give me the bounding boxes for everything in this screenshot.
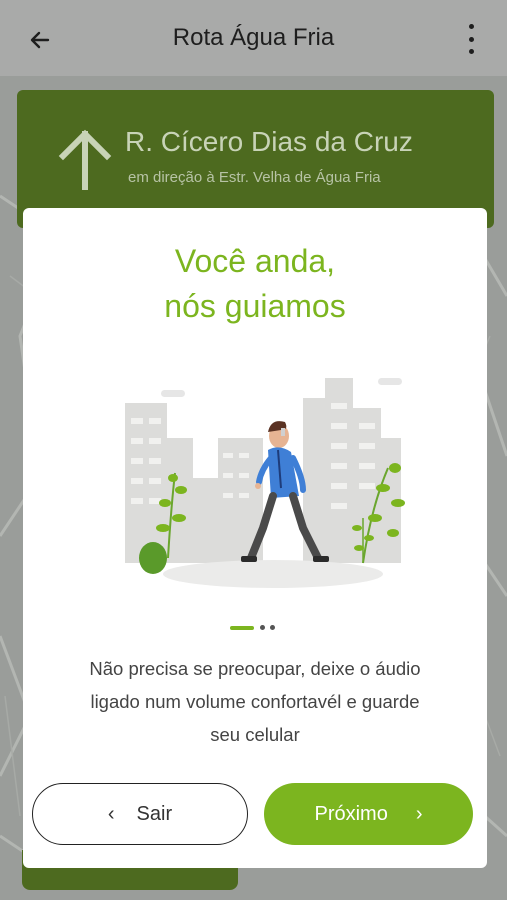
- arrow-up-icon: [58, 129, 112, 190]
- next-button-label: Próximo: [314, 802, 388, 825]
- exit-button[interactable]: ‹ Sair: [32, 783, 248, 845]
- description-line: seu celular: [210, 724, 300, 745]
- headline-line-2: nós guiamos: [164, 288, 346, 324]
- onboarding-dialog: Você anda, nós guiamos Não precisa se pr…: [23, 208, 487, 868]
- more-vert-icon: [468, 24, 474, 29]
- exit-button-label: Sair: [136, 802, 173, 825]
- page-indicator-dot: [270, 625, 275, 630]
- street-direction: em direção à Estr. Velha de Água Fria: [128, 169, 381, 186]
- page-indicator: [230, 625, 280, 630]
- chevron-right-icon: ›: [415, 802, 423, 825]
- app-bar: Rota Água Fria: [0, 0, 507, 76]
- walking-person-illustration: [125, 378, 405, 588]
- chevron-left-icon: ‹: [107, 802, 115, 825]
- page-title: Rota Água Fria: [172, 24, 335, 51]
- onboarding-description: Não precisa se preocupar, deixe o áudio …: [41, 652, 469, 751]
- headline-line-1: Você anda,: [174, 243, 336, 279]
- street-name: R. Cícero Dias da Cruz: [125, 126, 413, 157]
- more-options-button[interactable]: [461, 24, 481, 54]
- description-line: Não precisa se preocupar, deixe o áudio: [89, 658, 421, 679]
- page-indicator-dot: [260, 625, 265, 630]
- page-indicator-active: [230, 625, 254, 630]
- description-line: ligado num volume confortavél e guarde: [90, 691, 420, 712]
- next-button[interactable]: Próximo ›: [264, 783, 473, 845]
